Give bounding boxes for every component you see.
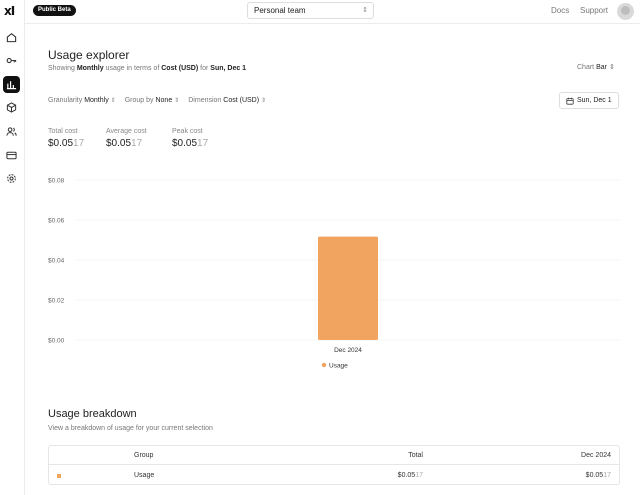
row-group: Usage	[134, 472, 155, 479]
support-link[interactable]: Support	[580, 6, 608, 15]
y-tick-label: $0.06	[48, 218, 65, 225]
bar	[318, 236, 378, 340]
chevron-up-down-icon: ⇕	[362, 7, 368, 14]
team-selector-label: Personal team	[254, 6, 306, 15]
chevron-up-down-icon: ⇕	[261, 98, 267, 104]
y-tick-label: $0.00	[48, 338, 65, 345]
usage-color-swatch	[57, 474, 61, 478]
y-tick-label: $0.02	[48, 298, 65, 305]
total-cost-stat: Total cost $0.0517	[48, 128, 85, 149]
x-tick-label: Dec 2024	[334, 347, 362, 354]
usage-bar-chart: $0.08 $0.06 $0.04 $0.02 $0.00 Dec 2024 Usage	[48, 178, 620, 370]
granularity-select[interactable]: Granularity Monthly ⇕	[48, 97, 116, 104]
home-icon[interactable]	[3, 29, 20, 46]
public-beta-badge: Public Beta	[33, 5, 76, 16]
credit-card-icon[interactable]	[3, 147, 20, 164]
breakdown-table: Group Total Dec 2024 Usage $0.0517 $0.05…	[48, 445, 620, 485]
chart-type-select[interactable]: Chart Bar ⇕	[577, 63, 615, 71]
peak-cost-stat: Peak cost $0.0517	[172, 128, 209, 149]
row-total: $0.0517	[397, 472, 423, 479]
date-picker-button[interactable]: Sun, Dec 1	[559, 92, 619, 109]
sidebar: xI	[0, 0, 25, 495]
docs-link[interactable]: Docs	[551, 6, 569, 15]
key-icon[interactable]	[3, 52, 20, 69]
breakdown-subtitle: View a breakdown of usage for your curre…	[48, 425, 213, 432]
team-selector[interactable]: Personal team ⇕	[247, 2, 374, 19]
cube-icon[interactable]	[3, 99, 20, 116]
breakdown-title: Usage breakdown	[48, 408, 137, 420]
app-logo[interactable]: xI	[4, 3, 20, 19]
row-dec-2024: $0.0517	[585, 472, 611, 479]
average-cost-stat: Average cost $0.0517	[106, 128, 147, 149]
header-group: Group	[134, 452, 154, 459]
chevron-up-down-icon: ⇕	[110, 98, 116, 104]
topbar: Public Beta Personal team ⇕ Docs Support	[25, 0, 640, 24]
header-total: Total	[408, 452, 423, 459]
y-tick-label: $0.04	[48, 258, 65, 265]
y-tick-label: $0.08	[48, 178, 65, 185]
calendar-icon	[566, 97, 574, 105]
page-title: Usage explorer	[48, 48, 130, 62]
filters-bar: Granularity Monthly ⇕ Group by None ⇕ Dime…	[48, 97, 266, 104]
group-by-select[interactable]: Group by None ⇕	[125, 97, 180, 104]
gear-icon[interactable]	[3, 170, 20, 187]
chevron-up-down-icon: ⇕	[174, 98, 180, 104]
dimension-select[interactable]: Dimension Cost (USD) ⇕	[188, 97, 266, 104]
user-avatar[interactable]	[617, 3, 634, 20]
page-subtitle: Showing Monthly usage in terms of Cost (…	[48, 65, 247, 72]
users-icon[interactable]	[3, 123, 20, 140]
header-dec-2024: Dec 2024	[581, 452, 611, 459]
legend-swatch	[321, 362, 327, 368]
table-header-row: Group Total Dec 2024	[49, 446, 619, 465]
date-picker-label: Sun, Dec 1	[577, 97, 612, 104]
chevron-up-down-icon: ⇕	[608, 64, 615, 71]
bar-chart-icon[interactable]	[3, 76, 20, 93]
table-row: Usage $0.0517 $0.0517	[49, 466, 619, 485]
legend-label: Usage	[329, 363, 348, 370]
